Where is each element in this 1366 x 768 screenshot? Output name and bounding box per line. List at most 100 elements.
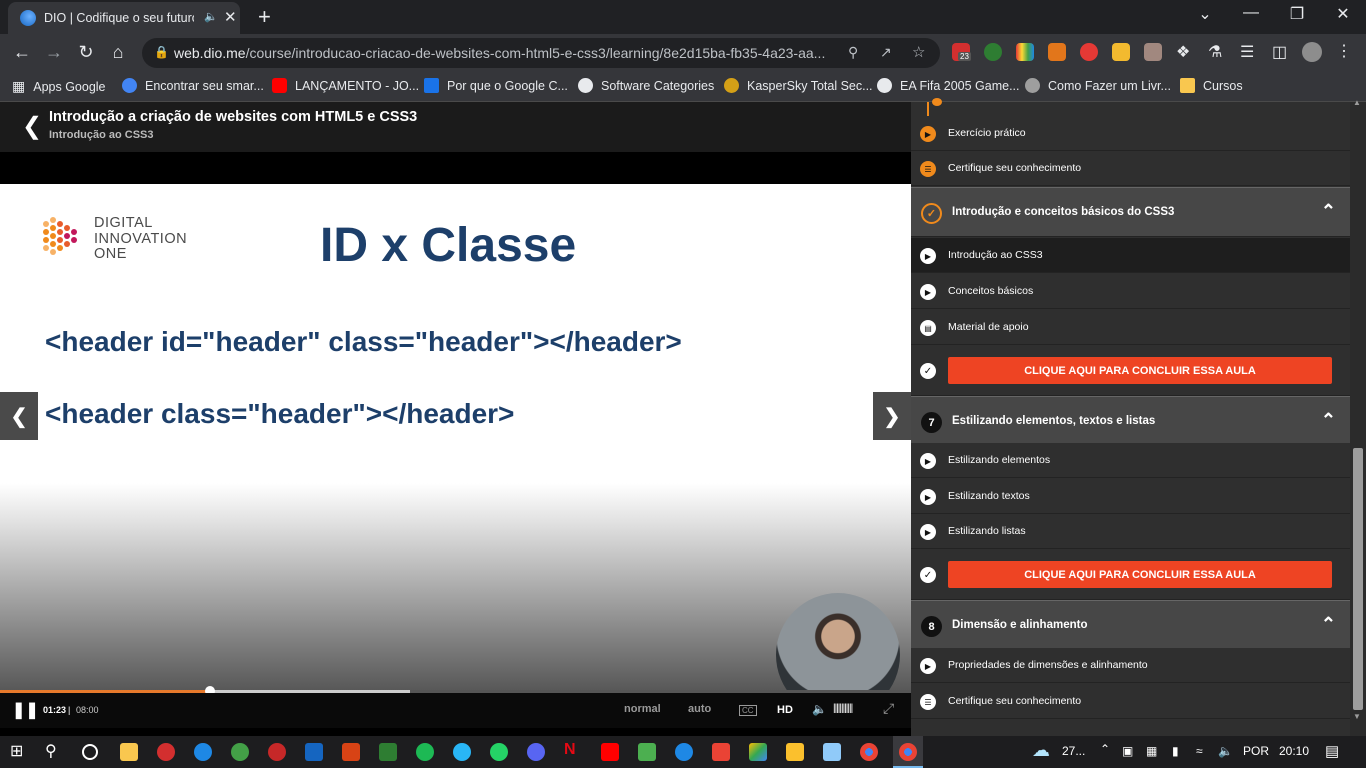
telegram-icon[interactable] — [453, 743, 471, 761]
bookmark-ea-fifa[interactable]: EA Fifa 2005 Game... — [877, 78, 1020, 93]
complete-lesson-button[interactable]: CLIQUE AQUI PARA CONCLUIR ESSA AULA — [948, 561, 1332, 588]
netflix-icon[interactable]: N — [564, 741, 582, 759]
app-red-icon[interactable] — [268, 743, 286, 761]
lesson-item[interactable]: ▶ Exercício prático — [911, 116, 1350, 151]
volume-icon[interactable]: 🔈 — [812, 702, 827, 716]
gmail-icon[interactable] — [712, 743, 730, 761]
extensions-puzzle-icon[interactable]: ❖ — [1176, 42, 1190, 62]
url-text[interactable]: web.dio.me/course/introducao-criacao-de-… — [174, 45, 825, 61]
notifications-icon[interactable]: ▤ — [1325, 742, 1339, 760]
lesson-item[interactable]: ▶ Estilizando textos — [911, 479, 1350, 514]
bookmark-star-icon[interactable]: ☆ — [912, 43, 925, 61]
binance-icon[interactable] — [1112, 43, 1130, 61]
weather-cloud-icon[interactable]: ☁ — [1032, 740, 1050, 761]
spotify-icon[interactable] — [416, 743, 434, 761]
reload-icon[interactable]: ↻ — [74, 42, 98, 63]
bookmark-software-categories[interactable]: Software Categories — [578, 78, 714, 93]
page-scrollbar[interactable]: ▲ ▼ — [1350, 98, 1366, 736]
section-header[interactable]: 8 Dimensão e alinhamento ⌃ — [911, 600, 1350, 650]
lesson-item[interactable]: ▶ Introdução ao CSS3 — [911, 238, 1350, 273]
home-icon[interactable]: ⌂ — [106, 42, 130, 63]
section-header[interactable]: ✓ Introdução e conceitos básicos do CSS3… — [911, 187, 1350, 237]
discord-icon[interactable] — [527, 743, 545, 761]
bookmark-por-que-google[interactable]: Por que o Google C... — [424, 78, 568, 93]
app-yellow-icon[interactable] — [786, 743, 804, 761]
hd-button[interactable]: HD — [777, 704, 793, 716]
extension-money-icon[interactable] — [984, 43, 1002, 61]
share-icon[interactable]: ↗ — [880, 44, 892, 61]
scroll-up-icon[interactable]: ▲ — [1353, 98, 1361, 107]
speed-button[interactable]: normal — [624, 703, 661, 715]
google-drive-icon[interactable] — [749, 743, 767, 761]
section-header[interactable]: 7 Estilizando elementos, textos e listas… — [911, 396, 1350, 446]
address-bar[interactable]: 🔒 web.dio.me/course/introducao-criacao-d… — [142, 38, 940, 68]
lesson-item[interactable]: ▶ Estilizando elementos — [911, 443, 1350, 478]
side-panel-icon[interactable]: ◫ — [1272, 42, 1287, 62]
bookmark-apps-google[interactable]: ▦ Apps Google — [12, 78, 106, 95]
windows-start-icon[interactable]: ⊞ — [10, 741, 28, 760]
bookmark-cursos[interactable]: Cursos — [1180, 78, 1243, 93]
chrome-icon[interactable] — [860, 743, 878, 761]
lock-icon[interactable]: 🔒 — [154, 45, 169, 59]
battery-icon[interactable]: ▮ — [1172, 744, 1179, 758]
captions-button[interactable]: CC — [739, 705, 757, 716]
media-queue-icon[interactable]: ☰ — [1240, 42, 1254, 62]
volume-icon[interactable]: 🔈 — [1218, 744, 1233, 758]
quality-auto-button[interactable]: auto — [688, 703, 711, 715]
tab-audio-icon[interactable]: 🔈 — [204, 10, 218, 23]
lesson-item[interactable]: ☰ Certifique seu conhecimento — [911, 151, 1350, 186]
tab-search-chevron-icon[interactable]: ⌄ — [1190, 4, 1220, 24]
tray-chevron-icon[interactable]: ⌃ — [1100, 742, 1110, 756]
scrollbar-thumb[interactable] — [1353, 448, 1363, 710]
app-green-icon[interactable] — [638, 743, 656, 761]
utorrent-icon[interactable] — [231, 743, 249, 761]
file-explorer-icon[interactable] — [120, 743, 138, 761]
weather-temp[interactable]: 27... — [1062, 744, 1085, 758]
app-monitor-icon[interactable] — [823, 743, 841, 761]
lesson-item[interactable]: ▶ Estilizando listas — [911, 514, 1350, 549]
metamask-icon[interactable] — [1048, 43, 1066, 61]
word-icon[interactable] — [305, 743, 323, 761]
powerpoint-icon[interactable] — [342, 743, 360, 761]
chevron-up-icon[interactable]: ⌃ — [1321, 410, 1336, 431]
fullscreen-icon[interactable]: ⤢ — [883, 700, 894, 717]
lesson-item[interactable]: ▶ Conceitos básicos — [911, 274, 1350, 309]
youtube-icon[interactable] — [601, 743, 619, 761]
slide-prev-button[interactable]: ❮ — [0, 392, 38, 440]
bookmark-como-fazer[interactable]: Como Fazer um Livr... — [1025, 78, 1171, 93]
bookmark-lancamento[interactable]: LANÇAMENTO - JO... — [272, 78, 419, 93]
browser-tab[interactable]: DIO | Codifique o seu futuro 🔈 ✕ — [8, 2, 240, 34]
forward-arrow-icon[interactable]: → — [42, 42, 66, 63]
lesson-item[interactable]: ▶ Propriedades de dimensões e alinhamento — [911, 648, 1350, 683]
minimize-icon[interactable]: — — [1236, 4, 1266, 22]
window-close-icon[interactable]: ✕ — [1328, 4, 1358, 24]
wifi-icon[interactable]: ≈ — [1196, 744, 1203, 758]
lesson-item[interactable]: ☰ Certifique seu conhecimento — [911, 684, 1350, 719]
excel-icon[interactable] — [379, 743, 397, 761]
profile-avatar[interactable] — [1302, 42, 1322, 62]
extension-red-icon[interactable] — [1080, 43, 1098, 61]
search-zoom-icon[interactable]: ⚲ — [848, 44, 858, 61]
tray-device-icon[interactable]: ▣ — [1122, 744, 1133, 758]
chevron-up-icon[interactable]: ⌃ — [1321, 201, 1336, 222]
chevron-up-icon[interactable]: ⌃ — [1321, 614, 1336, 635]
search-icon[interactable]: ⚲ — [45, 741, 63, 760]
edge-icon[interactable] — [194, 743, 212, 761]
bookmark-kaspersky[interactable]: KasperSky Total Sec... — [724, 78, 873, 93]
new-tab-button[interactable]: + — [258, 4, 271, 30]
app-blue-icon[interactable] — [675, 743, 693, 761]
cortana-icon[interactable] — [82, 744, 98, 760]
whatsapp-icon[interactable] — [490, 743, 508, 761]
scroll-down-icon[interactable]: ▼ — [1353, 712, 1361, 721]
back-arrow-icon[interactable]: ← — [10, 42, 34, 63]
tray-network-card-icon[interactable]: ▦ — [1146, 744, 1157, 758]
bookmark-encontrar[interactable]: Encontrar seu smar... — [122, 78, 264, 93]
complete-lesson-button[interactable]: CLIQUE AQUI PARA CONCLUIR ESSA AULA — [948, 357, 1332, 384]
back-chevron-icon[interactable]: ❮ — [22, 112, 42, 141]
clock[interactable]: 20:10 — [1279, 744, 1309, 758]
restore-icon[interactable]: ❐ — [1282, 4, 1312, 24]
lesson-item[interactable]: ▤ Material de apoio — [911, 310, 1350, 345]
video-player[interactable]: DIGITAL INNOVATION ONE ID x Classe <head… — [0, 184, 911, 728]
labs-flask-icon[interactable]: ⚗ — [1208, 42, 1222, 62]
opera-icon[interactable] — [157, 743, 175, 761]
